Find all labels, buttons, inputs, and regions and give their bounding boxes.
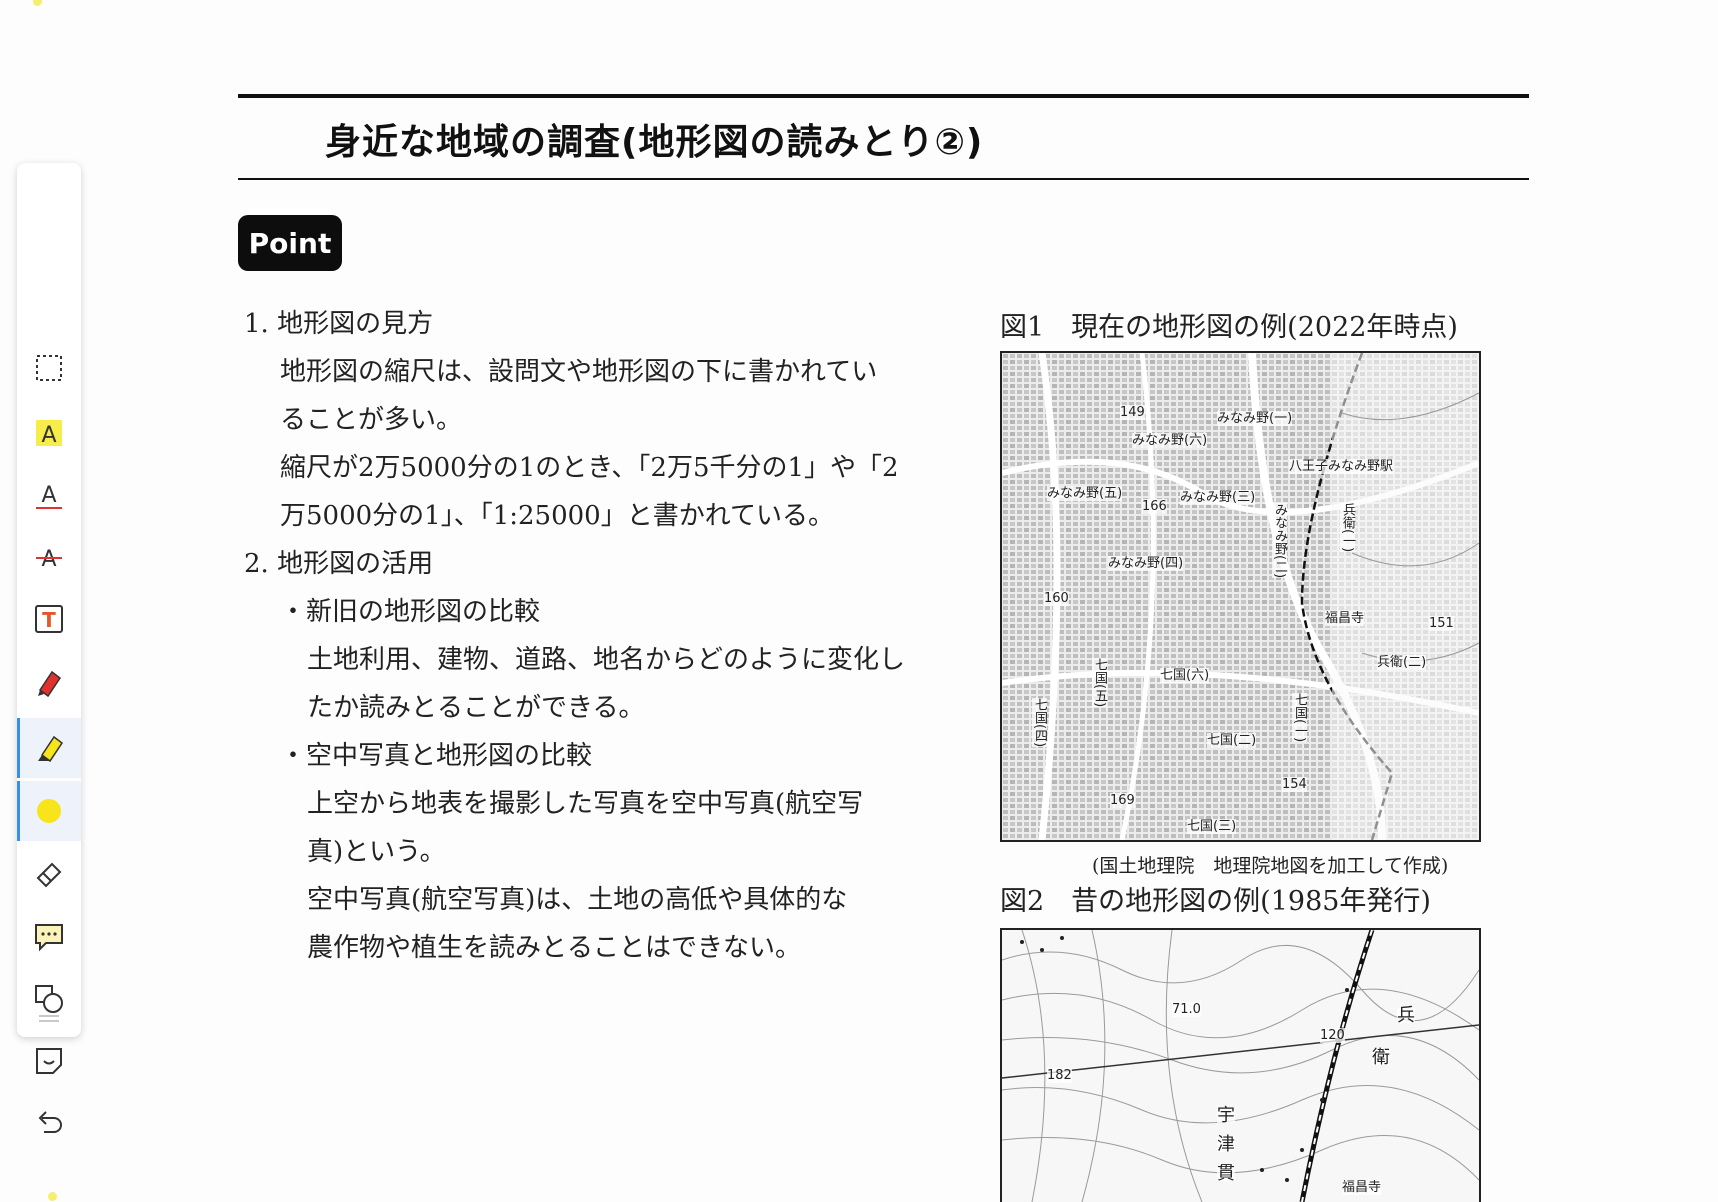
text-box-icon: T [35, 605, 63, 633]
underline-tool[interactable]: A [17, 465, 81, 525]
figure-1-credit: (国土地理院 地理院地図を加工して作成) [1092, 855, 1449, 877]
map-label: 八王子みなみ野駅 [1289, 459, 1394, 474]
body-text-line: ることが多い。 [280, 405, 463, 435]
map-label: みなみ野(六) [1132, 433, 1208, 448]
map-label: みなみ野(四) [1108, 556, 1184, 571]
svg-text:T: T [42, 608, 56, 632]
map-label: 兵 [1397, 1005, 1415, 1026]
eraser-tool[interactable] [17, 843, 81, 903]
body-text-line: 土地利用、建物、道路、地名からどのように変化し [307, 645, 906, 675]
map-label: 七国(四) [1032, 698, 1047, 748]
body-text-line: たか読みとることができる。 [307, 693, 645, 723]
map-label: 151 [1429, 616, 1454, 631]
svg-text:A: A [41, 547, 56, 572]
pen-tool[interactable] [17, 651, 81, 711]
highlight-text-tool[interactable]: A [17, 403, 81, 463]
map-label: 宇 [1217, 1105, 1235, 1126]
page-title: 身近な地域の調査(地形図の読みとり②) [325, 122, 984, 163]
map-label: 福昌寺 [1325, 611, 1365, 626]
title-top-rule [238, 94, 1529, 98]
figure-2-map-drawing [1002, 930, 1479, 1202]
map-label: 71.0 [1172, 1002, 1201, 1017]
svg-text:A: A [41, 423, 56, 448]
section-heading-2: 2. 地形図の活用 [244, 549, 434, 579]
sticker-tool[interactable] [17, 1031, 81, 1091]
text-underline-icon: A [36, 483, 62, 509]
body-text-line: 真)という。 [307, 837, 446, 867]
annotation-toolbar: A A A T [17, 163, 81, 1133]
highlighter-tool[interactable] [17, 718, 81, 778]
figure-2-map: 71.0 182 120 兵 衛 宇 津 貫 福昌寺 [1000, 928, 1481, 1202]
bullet-label: ・新旧の地形図の比較 [280, 597, 541, 627]
body-text-line: 農作物や植生を読みとることはできない。 [307, 933, 802, 963]
select-tool[interactable] [17, 338, 81, 398]
svg-text:A: A [41, 483, 56, 508]
body-text-line: 万5000分の1」、「1:25000」と書かれている。 [280, 501, 834, 531]
highlighter-icon [38, 735, 64, 763]
text-box-tool[interactable]: T [17, 589, 81, 649]
pen-icon [38, 670, 62, 698]
map-label: 169 [1110, 793, 1135, 808]
map-label: みなみ野(二) [1272, 503, 1287, 579]
undo-button[interactable] [17, 1093, 81, 1153]
undo-icon [38, 1111, 62, 1133]
point-badge: Point [238, 215, 342, 271]
text-strikethrough-icon: A [36, 547, 62, 572]
comment-icon [35, 924, 63, 952]
map-label: 津 [1217, 1134, 1235, 1155]
section-heading-1: 1. 地形図の見方 [244, 309, 434, 339]
map-label: 182 [1047, 1068, 1072, 1083]
map-label: 貫 [1217, 1163, 1235, 1184]
title-bottom-rule [238, 178, 1529, 180]
map-label: 七国(五) [1092, 658, 1107, 708]
color-picker[interactable] [17, 781, 81, 841]
sticker-icon [36, 1048, 62, 1074]
body-text-line: 縮尺が2万5000分の1のとき、「2万5千分の1」や「2 [280, 453, 899, 483]
body-text-line: 上空から地表を撮影した写真を空中写真(航空写 [307, 789, 864, 819]
map-label: 120 [1320, 1028, 1345, 1043]
text-highlight-icon: A [36, 420, 62, 448]
body-text-line: 地形図の縮尺は、設問文や地形図の下に書かれてい [280, 357, 878, 387]
map-label: みなみ野(五) [1047, 486, 1123, 501]
map-label: 七国(六) [1160, 668, 1210, 683]
body-text-line: 空中写真(航空写真)は、土地の高低や具体的な [307, 885, 848, 915]
figure-2-caption: 図2 昔の地形図の例(1985年発行) [1000, 886, 1431, 917]
bullet-label: ・空中写真と地形図の比較 [280, 741, 593, 771]
map-label: 七国(三) [1187, 819, 1237, 834]
map-label: 七国(二) [1207, 733, 1257, 748]
map-label: 166 [1142, 499, 1167, 514]
map-label: 七国(一) [1292, 693, 1307, 743]
map-label: 154 [1282, 777, 1307, 792]
map-label: 160 [1044, 591, 1069, 606]
map-label: 衛 [1372, 1047, 1390, 1068]
map-label: みなみ野(三) [1180, 490, 1256, 505]
map-label: 兵衛(一) [1340, 503, 1355, 553]
eraser-icon [36, 862, 62, 888]
map-label: 149 [1120, 405, 1145, 420]
highlight-mark [33, 0, 42, 6]
figure-1-map-drawing [1002, 353, 1479, 840]
comment-tool[interactable] [17, 906, 81, 966]
color-dot-icon [37, 799, 61, 823]
shapes-icon [35, 985, 63, 1013]
figure-1-caption: 図1 現在の地形図の例(2022年時点) [1000, 312, 1458, 343]
strikethrough-tool[interactable]: A [17, 527, 81, 587]
dashed-rectangle-icon [36, 355, 62, 381]
toolbar-drag-handle[interactable] [39, 1015, 59, 1025]
map-label: 福昌寺 [1342, 1180, 1382, 1195]
map-label: 兵衛(二) [1377, 655, 1427, 670]
figure-1-map: 149 みなみ野(一) みなみ野(六) 八王子みなみ野駅 みなみ野(五) 166… [1000, 351, 1481, 842]
map-label: みなみ野(一) [1217, 411, 1293, 426]
